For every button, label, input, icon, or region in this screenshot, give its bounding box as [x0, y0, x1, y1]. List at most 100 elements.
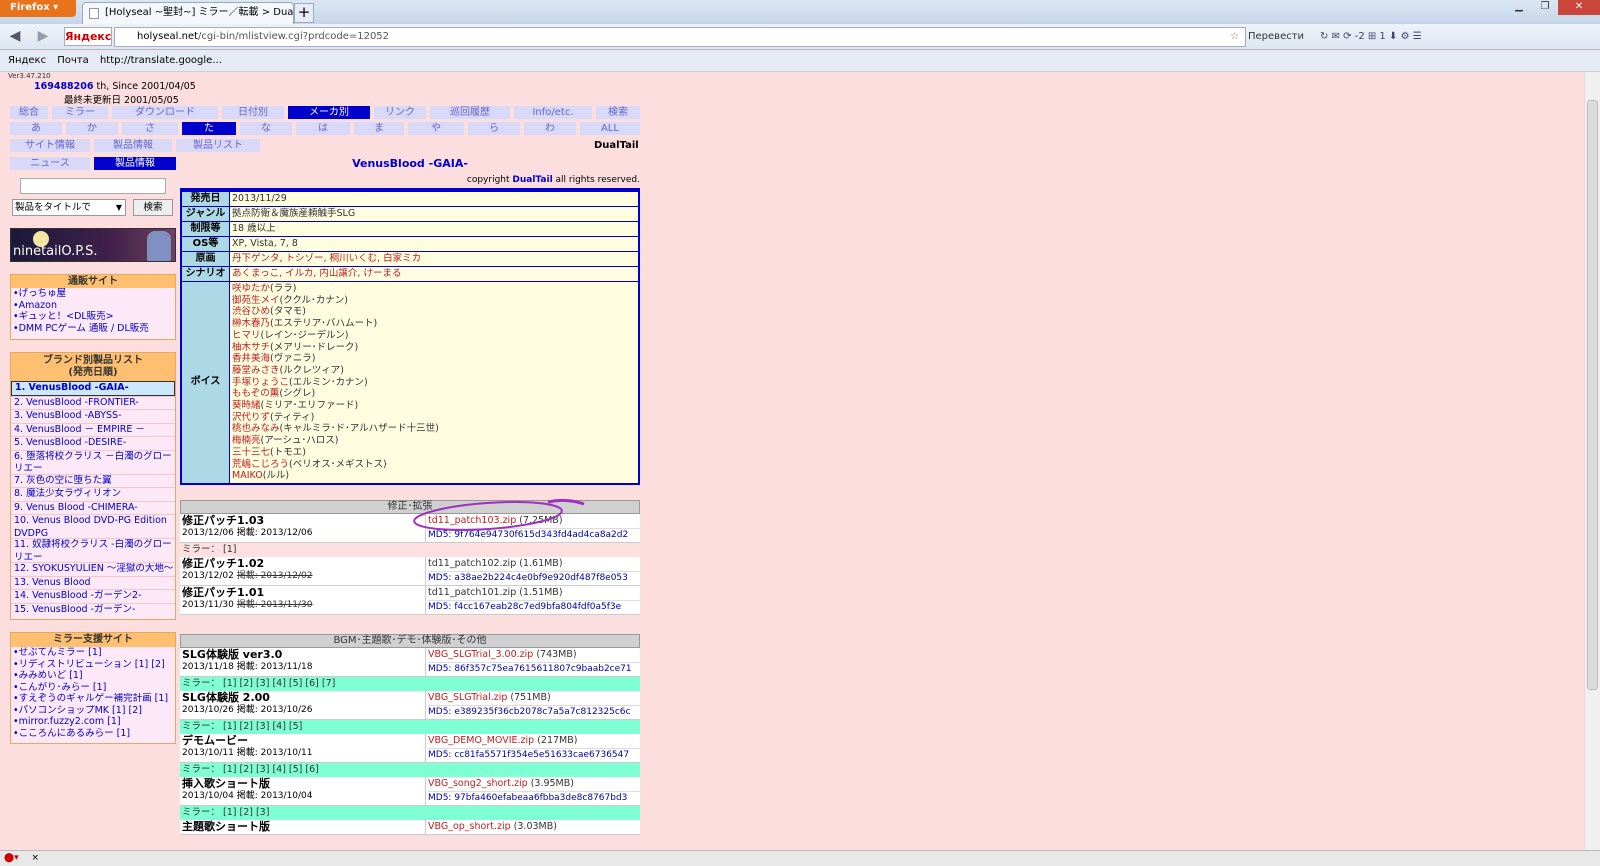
search-button[interactable]: 検索 — [133, 199, 173, 216]
yandex-search-button[interactable]: Яндекс — [64, 27, 112, 46]
brand-item[interactable]: 9. Venus Blood -CHIMERA- — [11, 500, 175, 514]
menu-product-list[interactable]: 製品リスト — [176, 139, 260, 152]
voice-actor[interactable]: MAIKO(ルル) — [232, 470, 638, 482]
menu-mirror[interactable]: ミラー — [52, 106, 108, 119]
mirror-site-link[interactable]: •パソコンショップMK [1] [2] — [11, 705, 175, 717]
kana-ma[interactable]: ま — [354, 122, 404, 135]
scrollbar-thumb[interactable] — [1587, 100, 1598, 690]
mirror-site-link[interactable]: •リディストリビューション [1] [2] — [11, 659, 175, 671]
brand-item[interactable]: 3. VenusBlood -ABYSS- — [11, 409, 175, 423]
forward-arrow-icon[interactable]: ▶ — [34, 28, 52, 44]
download-mirror-links[interactable]: ミラー： [1] [2] [3] — [180, 806, 640, 820]
kana-na[interactable]: な — [240, 122, 292, 135]
brand-item[interactable]: 10. Venus Blood DVD-PG Edition DVDPG — [11, 514, 175, 538]
brand-item[interactable]: 14. VenusBlood -ガーデン2- — [11, 589, 175, 603]
mirror-site-link[interactable]: •すえぞうのギャルゲー補完計画 [1] — [11, 693, 175, 705]
brand-item[interactable]: 1. VenusBlood -GAIA- — [11, 381, 175, 396]
voice-actor[interactable]: 咲ゆたか(ララ) — [232, 283, 638, 295]
new-tab-button[interactable]: + — [294, 3, 314, 23]
kana-a[interactable]: あ — [10, 122, 62, 135]
brand-item[interactable]: 7. 灰色の空に堕ちた翼 — [11, 473, 175, 487]
download-mirror-links[interactable]: ミラー： [1] [2] [3] [4] [5] [6] [7] — [180, 677, 640, 691]
voice-actor[interactable]: 香井美海(ヴァニラ) — [232, 353, 638, 365]
voice-actor[interactable]: 藤堂みさき(ルクレツィア) — [232, 365, 638, 377]
shop-link[interactable]: •DMM PCゲーム 通販 / DL販売 — [11, 323, 175, 335]
shop-link[interactable]: •Amazon — [11, 300, 175, 312]
menu-site-info[interactable]: サイト情報 — [10, 139, 90, 152]
voice-actor[interactable]: 榊木春乃(エステリア･バハムート) — [232, 318, 638, 330]
kana-wa[interactable]: わ — [524, 122, 576, 135]
brand-item[interactable]: 2. VenusBlood -FRONTIER- — [11, 395, 175, 409]
brand-item[interactable]: 6. 堕落将校クラリス －白濁のグローリエー — [11, 449, 175, 474]
bookmark-translate[interactable]: http://translate.google... — [100, 55, 222, 66]
menu-info[interactable]: Info/etc. — [514, 106, 592, 119]
download-file-link[interactable]: VBG_DEMO_MOVIE.zip — [428, 735, 534, 746]
bookmark-mail[interactable]: Почта — [57, 55, 89, 66]
voice-actor[interactable]: 荒嶋こじろう(ベリオス･メギストス) — [232, 459, 638, 471]
download-mirror-links[interactable]: ミラー： [1] [2] [3] [4] [5] [6] — [180, 763, 640, 777]
browser-tab[interactable]: [Holyseal ~聖封~] ミラー／転載 > Dual... — [82, 2, 294, 24]
copyright-brand-link[interactable]: DualTail — [512, 175, 552, 185]
shop-link[interactable]: •ギュッと！<DL販売> — [11, 311, 175, 323]
menu-product-info[interactable]: 製品情報 — [94, 139, 172, 152]
mirror-site-link[interactable]: •こころんにあるみらー [1] — [11, 728, 175, 740]
kana-ya[interactable]: や — [408, 122, 464, 135]
artist-links[interactable]: 丹下ゲンタ, トシゾー, 桐川いくむ, 白家ミカ — [230, 252, 638, 266]
addon-bar-close[interactable]: × — [31, 853, 39, 863]
shop-link[interactable]: •げっちゅ屋 — [11, 288, 175, 300]
mirror-site-link[interactable]: •こんがり･みらー [1] — [11, 682, 175, 694]
close-window-icon[interactable]: ✕ — [1558, 0, 1600, 15]
scenario-links[interactable]: あくまっこ, イルカ, 内山譲介, けーまる — [230, 267, 638, 281]
firefox-menu-button[interactable]: Firefox ▾ — [0, 0, 76, 17]
bookmark-yandex[interactable]: Яндекс — [8, 55, 46, 66]
kana-ra[interactable]: ら — [468, 122, 520, 135]
voice-actor[interactable]: 梅楠亮(アーシュ･ハロス) — [232, 435, 638, 447]
reload-icon[interactable]: ↻ — [1320, 31, 1328, 42]
back-arrow-icon[interactable]: ◀ — [6, 28, 24, 44]
search-type-select[interactable]: 製品をタイトルで ▼ — [12, 199, 126, 216]
menu-grid-icon[interactable]: ☰ — [1413, 31, 1422, 42]
download-file-link[interactable]: VBG_SLGTrial.zip — [428, 692, 507, 703]
menu-by-maker[interactable]: メーカ別 — [288, 106, 370, 119]
menu-by-date[interactable]: 日付別 — [222, 106, 284, 119]
kana-all[interactable]: ALL — [580, 122, 640, 135]
mirror-site-link[interactable]: •みみめいど [1] — [11, 670, 175, 682]
maximize-icon[interactable]: ❐ — [1532, 0, 1558, 15]
voice-actor[interactable]: 葵時緒(ミリア･エリファード) — [232, 400, 638, 412]
mail-icon[interactable]: ✉ — [1332, 31, 1340, 42]
patch-mirror-links[interactable]: ミラー： [1] — [180, 543, 640, 557]
minimize-icon[interactable]: ▁ — [1506, 0, 1532, 15]
download-mirror-links[interactable]: ミラー： [1] [2] [3] [4] [5] — [180, 720, 640, 734]
vertical-scrollbar[interactable] — [1584, 72, 1600, 850]
brand-item[interactable]: 12. SYOKUSYULIEN ～淫獄の大地～ — [11, 562, 175, 576]
voice-actor[interactable]: 柚木サチ(メアリー･ドレーク) — [232, 342, 638, 354]
menu-search[interactable]: 検索 — [596, 106, 640, 119]
brand-item[interactable]: 13. Venus Blood — [11, 575, 175, 589]
brand-item[interactable]: 8. 魔法少女ラヴィリオン — [11, 487, 175, 501]
menu-product-detail[interactable]: 製品情報 — [94, 157, 176, 170]
voice-actor[interactable]: 御苑生メイ(ククル･カナン) — [232, 295, 638, 307]
addon-icon[interactable]: ⚙ — [1401, 31, 1410, 42]
menu-history[interactable]: 巡回履歴 — [430, 106, 510, 119]
kana-ta[interactable]: た — [182, 122, 236, 135]
search-input[interactable] — [20, 178, 166, 194]
mirror-site-link[interactable]: •mirror.fuzzy2.com [1] — [11, 716, 175, 728]
download-file-link[interactable]: VBG_SLGTrial_3.00.zip — [428, 649, 533, 660]
brand-item[interactable]: 5. VenusBlood -DESIRE- — [11, 436, 175, 450]
voice-actor[interactable]: 三十三七(トモエ) — [232, 447, 638, 459]
url-bar[interactable]: holyseal.net/cgi-bin/mlistview.cgi?prdco… — [114, 27, 1246, 47]
brand-item[interactable]: 15. VenusBlood -ガーデン- — [11, 602, 175, 616]
voice-actor[interactable]: ヒマリ(レイン･ジーデルン) — [232, 330, 638, 342]
download-file-link[interactable]: VBG_song2_short.zip — [428, 778, 528, 789]
voice-actor[interactable]: 沢代りず(ティティ) — [232, 412, 638, 424]
download-file-link[interactable]: VBG_op_short.zip — [428, 821, 511, 832]
adblock-icon[interactable]: ⬤▾ — [4, 853, 19, 863]
download-icon[interactable]: ⬇ — [1389, 31, 1397, 42]
voice-actor[interactable]: 桃也みなみ(キャルミラ･ド･アルハザード十三世) — [232, 423, 638, 435]
voice-actor[interactable]: 渋谷ひめ(タマモ) — [232, 306, 638, 318]
translate-button[interactable]: Перевести — [1248, 31, 1304, 42]
voice-actor[interactable]: 手塚りょうこ(エルミン･カナン) — [232, 377, 638, 389]
menu-news[interactable]: ニュース — [10, 157, 90, 170]
brand-item[interactable]: 4. VenusBlood － EMPIRE － — [11, 422, 175, 436]
mirror-site-link[interactable]: •せぶてんミラー [1] — [11, 647, 175, 659]
